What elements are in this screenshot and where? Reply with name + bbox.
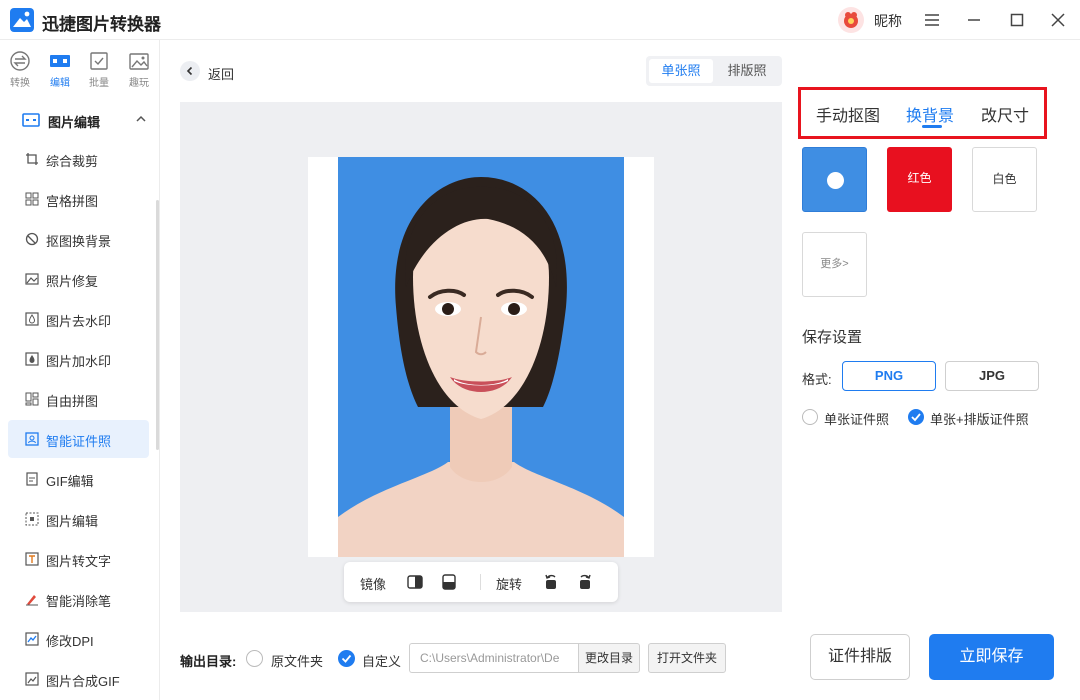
flip-vertical-icon[interactable] xyxy=(440,573,458,591)
option-single-and-layout[interactable]: 单张+排版证件照 xyxy=(930,409,1029,428)
output-path-input[interactable]: C:\Users\Administrator\De xyxy=(409,643,579,673)
tab-layout-photo[interactable]: 排版照 xyxy=(715,59,779,83)
sidebar-item-gif-edit[interactable]: GIF编辑 xyxy=(8,460,149,498)
color-swatch-blue[interactable] xyxy=(802,147,867,212)
preview-canvas xyxy=(180,102,782,612)
menu-icon[interactable] xyxy=(920,8,944,32)
sidebar-item-collage[interactable]: 自由拼图 xyxy=(8,380,149,418)
sidebar-item-eraser-pen[interactable]: 智能消除笔 xyxy=(8,580,149,618)
view-toggle: 单张照 排版照 xyxy=(646,56,782,86)
remove-watermark-icon xyxy=(25,312,39,326)
fun-icon xyxy=(128,50,150,72)
id-photo-icon xyxy=(25,432,39,446)
save-settings-title: 保存设置 xyxy=(802,329,863,346)
open-folder-button[interactable]: 打开文件夹 xyxy=(648,643,726,673)
rotate-label: 旋转 xyxy=(496,577,523,592)
sidebar-item-crop[interactable]: 综合裁剪 xyxy=(8,140,149,178)
custom-folder-label[interactable]: 自定义 xyxy=(362,651,401,670)
app-title: 迅捷图片转换器 xyxy=(42,15,161,34)
radio-original-folder[interactable] xyxy=(246,650,263,667)
chevron-left-icon xyxy=(186,66,193,76)
tab-single-photo[interactable]: 单张照 xyxy=(649,59,713,83)
mode-tab-convert[interactable]: 转换 xyxy=(2,50,38,89)
batch-icon xyxy=(88,50,110,72)
original-folder-label[interactable]: 原文件夹 xyxy=(271,651,323,670)
sidebar-item-id-photo[interactable]: 智能证件照 xyxy=(8,420,149,458)
id-photo-preview xyxy=(338,157,624,557)
left-sidebar: 转换 编辑 批量 趣玩 图片编辑 综合裁剪 宫格拼图 抠图换背景 照片修复 图片… xyxy=(0,40,160,700)
make-gif-icon xyxy=(25,672,39,686)
sidebar-item-ocr[interactable]: 图片转文字 xyxy=(8,540,149,578)
sidebar-item-remove-watermark[interactable]: 图片去水印 xyxy=(8,300,149,338)
user-nickname[interactable]: 昵称 xyxy=(874,11,902,31)
tab-manual-cutout[interactable]: 手动抠图 xyxy=(816,102,880,126)
repair-icon xyxy=(25,273,39,285)
rotate-right-icon[interactable] xyxy=(576,573,594,591)
radio-single-and-layout[interactable] xyxy=(908,409,924,425)
eraser-pen-icon xyxy=(26,595,38,606)
cutout-icon xyxy=(25,232,39,246)
tab-resize[interactable]: 改尺寸 xyxy=(981,102,1029,126)
id-layout-button[interactable]: 证件排版 xyxy=(810,634,910,680)
sidebar-item-repair[interactable]: 照片修复 xyxy=(8,260,149,298)
mirror-label: 镜像 xyxy=(360,577,387,592)
mode-tab-fun[interactable]: 趣玩 xyxy=(121,50,157,89)
check-icon xyxy=(827,172,844,203)
image-edit-section-icon xyxy=(22,113,40,127)
crop-icon xyxy=(26,153,38,165)
sidebar-scrollbar[interactable] xyxy=(156,200,159,450)
mode-tab-batch[interactable]: 批量 xyxy=(81,50,117,89)
minimize-icon[interactable] xyxy=(962,8,986,32)
output-dir-label: 输出目录: xyxy=(180,654,237,669)
gif-icon xyxy=(26,472,38,486)
more-colors-button[interactable]: 更多> xyxy=(802,232,867,297)
section-title: 图片编辑 xyxy=(48,115,101,130)
chevron-up-icon xyxy=(136,115,146,122)
edit-icon xyxy=(49,50,71,72)
image-edit-icon xyxy=(25,512,39,526)
image-toolbar: 镜像 旋转 xyxy=(344,562,618,602)
check-icon xyxy=(341,654,352,663)
radio-custom-folder[interactable] xyxy=(338,650,355,667)
mode-tab-edit[interactable]: 编辑 xyxy=(42,50,78,89)
color-swatch-white[interactable]: 白色 xyxy=(972,147,1037,212)
grid-icon xyxy=(25,192,39,206)
ocr-icon xyxy=(25,552,39,566)
sidebar-item-cutout[interactable]: 抠图换背景 xyxy=(8,220,149,258)
title-bar: 迅捷图片转换器 昵称 xyxy=(0,0,1080,40)
active-tab-indicator xyxy=(922,125,942,128)
back-label[interactable]: 返回 xyxy=(208,64,234,83)
sidebar-item-image-edit[interactable]: 图片编辑 xyxy=(8,500,149,538)
add-watermark-icon xyxy=(25,352,39,366)
format-png-button[interactable]: PNG xyxy=(842,361,936,391)
section-header-image-edit[interactable]: 图片编辑 xyxy=(22,110,150,130)
sidebar-item-make-gif[interactable]: 图片合成GIF xyxy=(8,660,149,698)
right-panel-tabs: 手动抠图 换背景 改尺寸 xyxy=(798,87,1047,139)
maximize-icon[interactable] xyxy=(1005,8,1029,32)
user-avatar[interactable] xyxy=(838,7,864,33)
convert-icon xyxy=(9,50,31,72)
sidebar-item-grid[interactable]: 宫格拼图 xyxy=(8,180,149,218)
collage-icon xyxy=(25,392,39,406)
save-now-button[interactable]: 立即保存 xyxy=(929,634,1054,680)
dpi-icon xyxy=(25,632,39,646)
mode-tabs: 转换 编辑 批量 趣玩 xyxy=(0,40,160,96)
back-button[interactable] xyxy=(180,61,200,81)
radio-single-id-photo[interactable] xyxy=(802,409,818,425)
app-logo-icon xyxy=(10,8,34,32)
rotate-left-icon[interactable] xyxy=(542,573,560,591)
option-single-id-photo[interactable]: 单张证件照 xyxy=(824,409,889,428)
check-icon xyxy=(911,413,921,422)
sidebar-item-add-watermark[interactable]: 图片加水印 xyxy=(8,340,149,378)
color-swatch-red[interactable]: 红色 xyxy=(887,147,952,212)
format-label: 格式: xyxy=(802,372,832,387)
tab-change-background[interactable]: 换背景 xyxy=(906,102,954,126)
close-icon[interactable] xyxy=(1046,8,1070,32)
format-jpg-button[interactable]: JPG xyxy=(945,361,1039,391)
flip-horizontal-icon[interactable] xyxy=(406,573,424,591)
toolbar-divider xyxy=(480,574,481,590)
change-directory-button[interactable]: 更改目录 xyxy=(578,643,640,673)
sidebar-item-dpi[interactable]: 修改DPI xyxy=(8,620,149,658)
